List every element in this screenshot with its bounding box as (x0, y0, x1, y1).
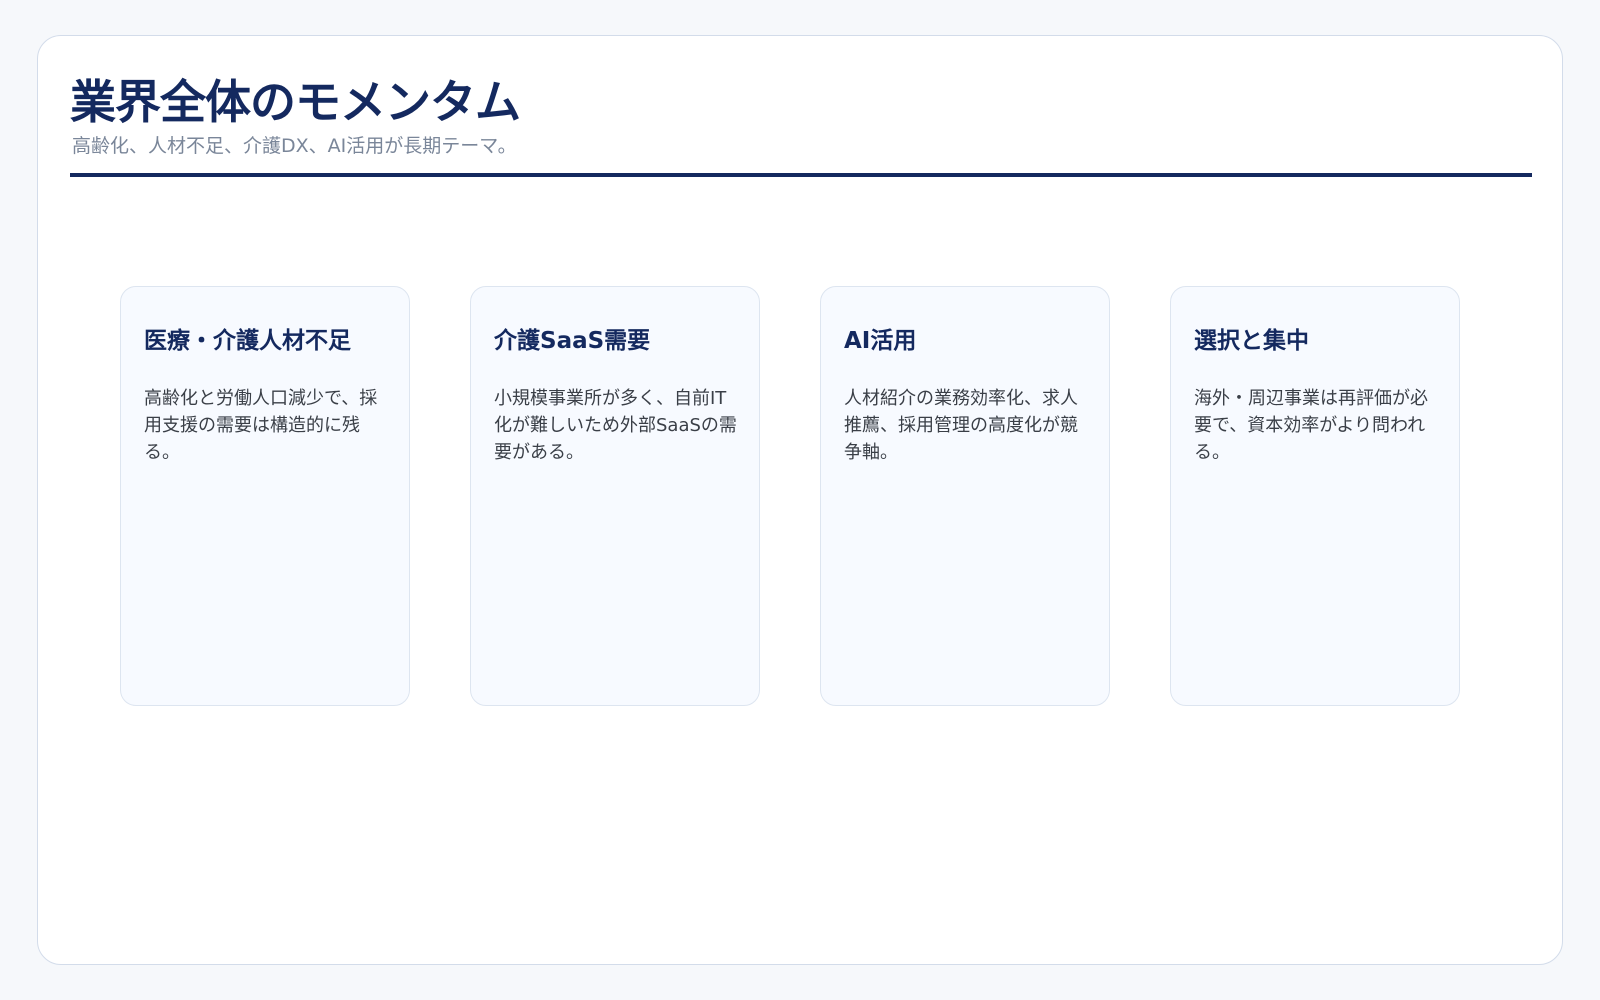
card-text: 小規模事業所が多く、自前IT化が難しいため外部SaaSの需要がある。 (494, 388, 737, 463)
card-saas-demand: 介護SaaS需要 小規模事業所が多く、自前IT化が難しいため外部SaaSの需要が… (470, 286, 760, 706)
slide-panel: 業界全体のモメンタム 高齢化、人材不足、介護DX、AI活用が長期テーマ。 医療・… (37, 35, 1563, 965)
card-title: 介護SaaS需要 (494, 328, 651, 354)
title-divider (70, 173, 1532, 177)
page-title: 業界全体のモメンタム (70, 75, 521, 129)
card-text: 人材紹介の業務効率化、求人推薦、採用管理の高度化が競争軸。 (844, 388, 1078, 463)
card-row: 医療・介護人材不足 高齢化と労働人口減少で、採用支援の需要は構造的に残る。 介護… (120, 286, 1460, 706)
card-text: 海外・周辺事業は再評価が必要で、資本効率がより問われる。 (1194, 388, 1428, 463)
card-text: 高齢化と労働人口減少で、採用支援の需要は構造的に残る。 (144, 388, 378, 463)
card-title: 医療・介護人材不足 (144, 328, 351, 354)
card-title: 選択と集中 (1194, 328, 1309, 354)
card-focus: 選択と集中 海外・周辺事業は再評価が必要で、資本効率がより問われる。 (1170, 286, 1460, 706)
card-ai-usage: AI活用 人材紹介の業務効率化、求人推薦、採用管理の高度化が競争軸。 (820, 286, 1110, 706)
card-title: AI活用 (844, 328, 917, 354)
page-subtitle: 高齢化、人材不足、介護DX、AI活用が長期テーマ。 (72, 135, 517, 157)
card-talent-shortage: 医療・介護人材不足 高齢化と労働人口減少で、採用支援の需要は構造的に残る。 (120, 286, 410, 706)
